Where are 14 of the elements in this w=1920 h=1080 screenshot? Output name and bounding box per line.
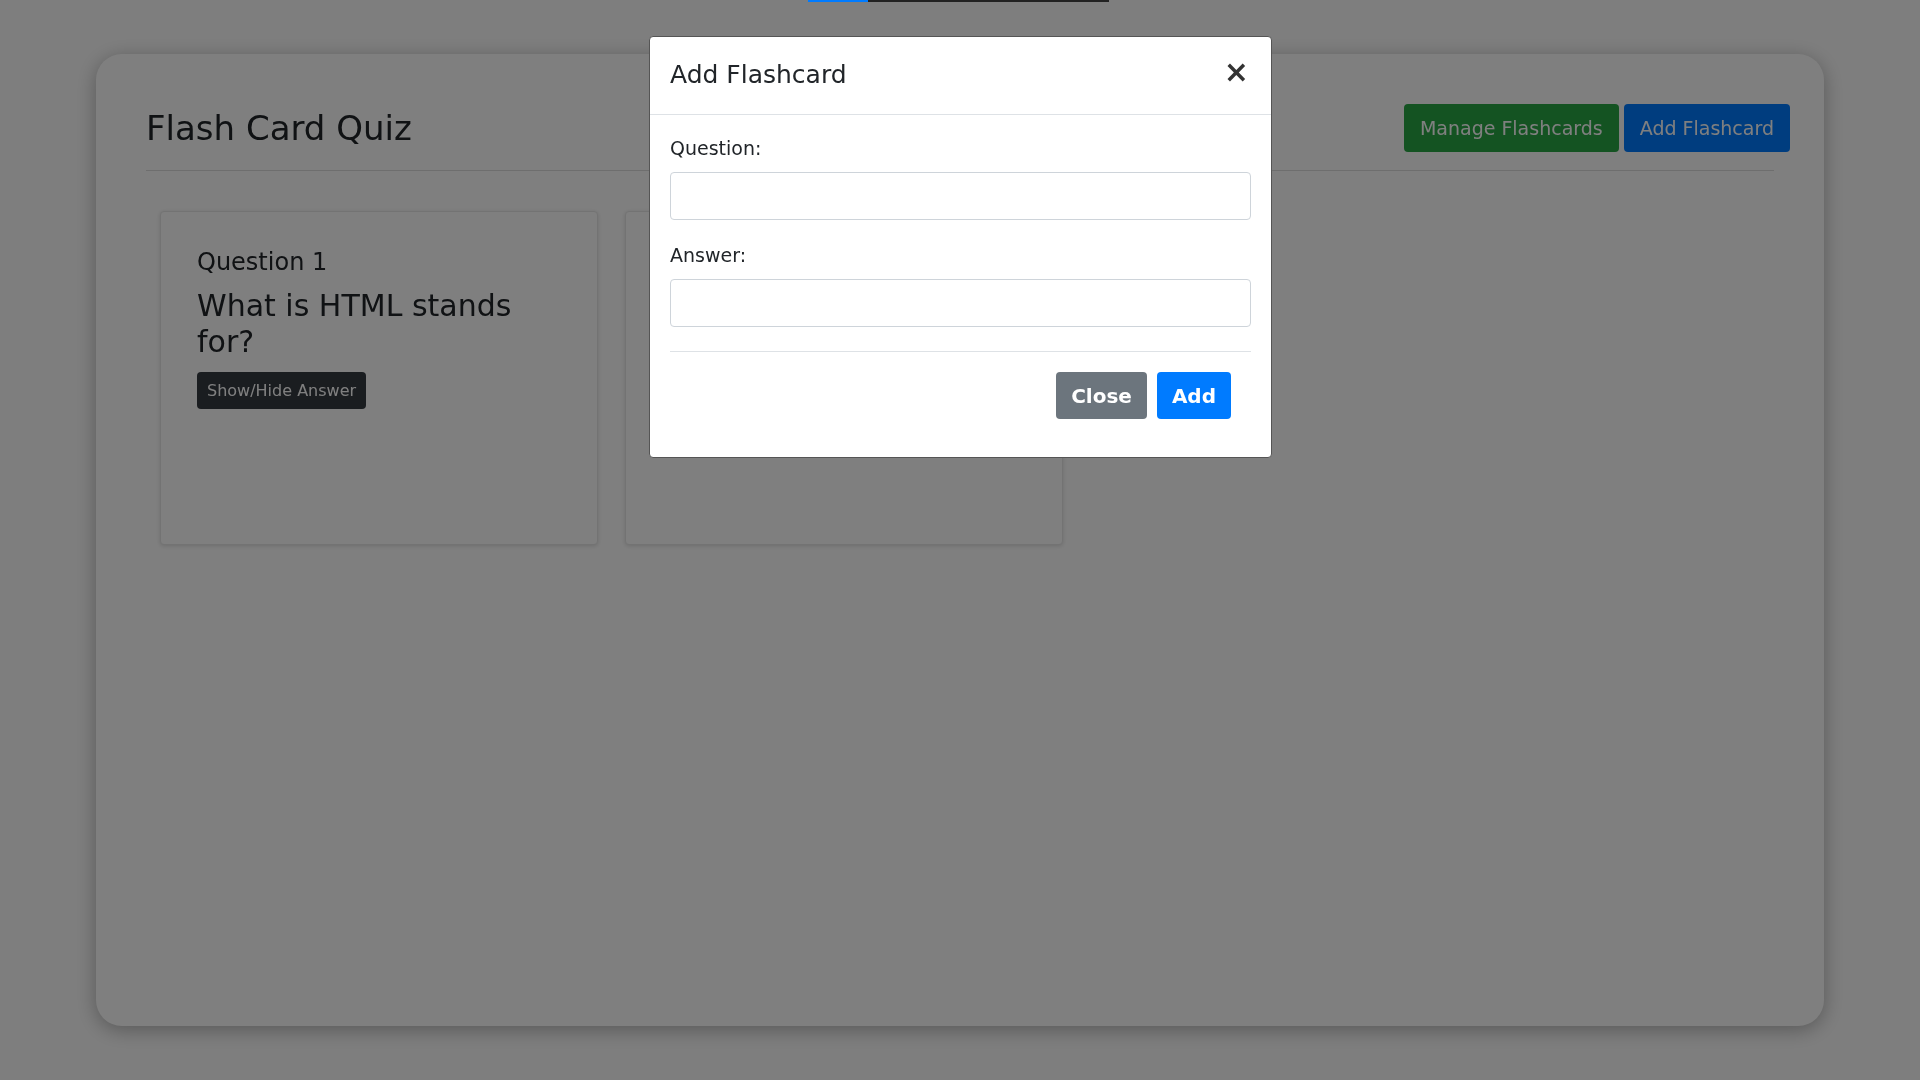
dialog-title: Add Flashcard	[670, 59, 847, 89]
add-button[interactable]: Add	[1156, 372, 1231, 419]
close-button[interactable]: ×	[1221, 57, 1251, 87]
question-text: What is HTML stands for?	[197, 288, 513, 360]
field-label: Question:	[670, 137, 763, 159]
field-label: Answer:	[670, 244, 748, 266]
text-input-field[interactable]	[670, 172, 1251, 220]
page-title: Flash Card Quiz	[146, 108, 412, 148]
manage-flashcards-button[interactable]: Manage Flashcards	[1403, 104, 1619, 152]
question-number: Question 1	[197, 248, 328, 276]
close-button[interactable]: Close	[1056, 372, 1147, 419]
show-hide-answer-button[interactable]: Show/Hide Answer	[197, 372, 367, 409]
add-flashcard-button[interactable]: Add Flashcard	[1623, 104, 1790, 152]
text-input-field[interactable]	[670, 279, 1251, 327]
